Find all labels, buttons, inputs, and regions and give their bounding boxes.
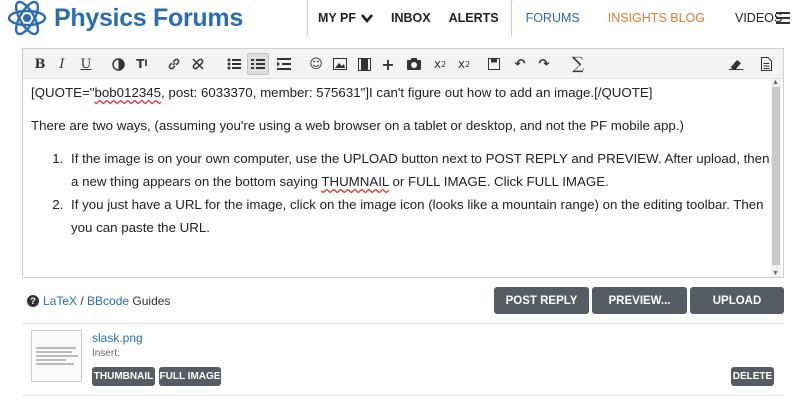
preview-button[interactable]: PREVIEW...	[592, 287, 687, 314]
insert-full-image-button[interactable]: FULL IMAGE	[159, 367, 221, 386]
message-editor: B I U TI ☺ + x2 x2 ↶ ↷ ∑ [QUOTE="bob0123…	[22, 48, 784, 278]
quote-line: [QUOTE="bob012345, post: 6033370, member…	[31, 81, 771, 104]
attachment-insert-label: Insert:	[92, 348, 120, 359]
numbered-list-icon[interactable]	[247, 53, 269, 75]
editor-scrollbar[interactable]: ▲ ▼	[771, 79, 781, 277]
font-size-icon[interactable]: TI	[131, 53, 153, 75]
superscript-icon[interactable]: x2	[453, 53, 475, 75]
undo-icon[interactable]: ↶	[509, 53, 531, 75]
guides-links: ? LaTeX / BBcode Guides	[27, 294, 170, 308]
italic-icon[interactable]: I	[51, 53, 73, 75]
nav-inbox[interactable]: INBOX	[382, 0, 440, 36]
editor-content[interactable]: [QUOTE="bob012345, post: 6033370, member…	[31, 81, 771, 239]
bullet-list-icon[interactable]	[223, 53, 245, 75]
bbcode-guide-link[interactable]: BBcode	[87, 294, 129, 308]
nav-insights-blog[interactable]: INSIGHTS BLOG	[594, 0, 719, 36]
help-icon: ?	[27, 295, 39, 307]
bold-icon[interactable]: B	[29, 53, 51, 75]
delete-attachment-button[interactable]: DELETE	[731, 367, 774, 386]
paragraph-1: There are two ways, (assuming you're usi…	[31, 118, 684, 133]
scroll-down-icon[interactable]: ▼	[772, 270, 779, 277]
atom-logo-icon	[7, 0, 47, 36]
unlink-icon[interactable]	[187, 53, 209, 75]
list-item: If you just have a URL for the image, cl…	[67, 193, 771, 239]
sigma-icon[interactable]: ∑	[567, 53, 589, 75]
editor-toolbar: B I U TI ☺ + x2 x2 ↶ ↷ ∑	[23, 49, 783, 79]
site-header: Physics Forums MY PF INBOX ALERTS FORUMS…	[0, 0, 800, 38]
attachment-thumbnail[interactable]	[31, 330, 82, 382]
smiley-icon[interactable]: ☺	[305, 53, 327, 75]
quote-rest: , post: 6033370, member: 575631"]I can't…	[161, 85, 653, 100]
indent-icon[interactable]	[273, 53, 295, 75]
nav-alerts[interactable]: ALERTS	[440, 0, 512, 36]
latex-guide-link[interactable]: LaTeX	[43, 294, 77, 308]
quote-prefix: [QUOTE="	[31, 85, 95, 100]
main-nav: MY PF INBOX ALERTS FORUMS INSIGHTS BLOG …	[307, 0, 791, 36]
list-item-1-end: or FULL IMAGE. Click FULL IMAGE.	[388, 174, 609, 189]
underline-icon[interactable]: U	[75, 53, 97, 75]
nav-my-pf[interactable]: MY PF	[307, 0, 382, 36]
guides-suffix: Guides	[129, 294, 171, 308]
subscript-icon[interactable]: x2	[429, 53, 451, 75]
plus-icon[interactable]: +	[377, 53, 399, 75]
list-item-1-misspelled: THUMNAIL	[321, 174, 389, 189]
save-draft-icon[interactable]	[483, 53, 505, 75]
scroll-up-icon[interactable]: ▲	[772, 79, 779, 86]
link-icon[interactable]	[163, 53, 185, 75]
scrollbar-thumb[interactable]	[772, 87, 780, 265]
color-icon[interactable]	[107, 53, 129, 75]
source-mode-icon[interactable]	[755, 53, 777, 75]
nav-my-pf-label: MY PF	[318, 11, 356, 25]
site-name: Physics Forums	[54, 3, 243, 32]
divider	[22, 323, 784, 324]
site-logo[interactable]: Physics Forums	[6, 0, 243, 36]
list-item: If the image is on your own computer, us…	[67, 147, 771, 193]
eraser-icon[interactable]	[725, 53, 747, 75]
redo-icon[interactable]: ↷	[533, 53, 555, 75]
upload-button[interactable]: UPLOAD	[690, 287, 784, 314]
menu-icon[interactable]	[776, 12, 790, 27]
insert-thumbnail-button[interactable]: THUMBNAIL	[92, 367, 155, 386]
nav-forums[interactable]: FORUMS	[512, 0, 594, 36]
guides-separator: /	[77, 294, 88, 308]
chevron-down-icon	[360, 13, 373, 23]
numbered-list: If the image is on your own computer, us…	[67, 147, 771, 239]
image-icon[interactable]	[329, 53, 351, 75]
media-icon[interactable]	[353, 53, 375, 75]
post-reply-button[interactable]: POST REPLY	[494, 287, 589, 314]
camera-icon[interactable]	[403, 53, 425, 75]
attachment-filename[interactable]: slask.png	[92, 331, 143, 345]
bottom-divider	[22, 395, 784, 396]
quote-user: bob012345	[94, 85, 162, 100]
